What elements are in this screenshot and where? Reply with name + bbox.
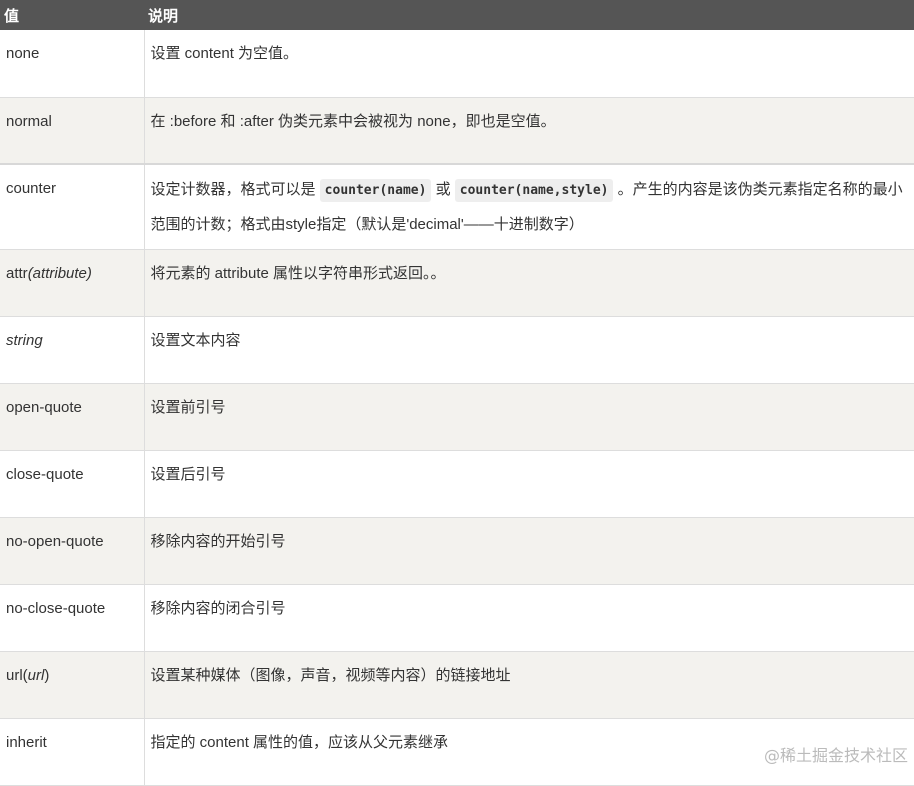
table-header-row: 值 说明 [0, 0, 914, 30]
description-cell: 在 :before 和 :after 伪类元素中会被视为 none，即也是空值。 [144, 97, 914, 165]
table-row: counter 设定计数器，格式可以是 counter(name) 或 coun… [0, 163, 914, 250]
description-cell: 将元素的 attribute 属性以字符串形式返回。。 [144, 249, 914, 317]
value-param: (attribute) [27, 264, 92, 282]
table-row: close-quote 设置后引号 [0, 450, 914, 518]
table-row: open-quote 设置前引号 [0, 383, 914, 451]
description-text: 或 [431, 181, 455, 198]
value-text: attr [6, 264, 28, 282]
description-cell: 移除内容的开始引号 [144, 517, 914, 585]
value-text: url( [6, 666, 28, 684]
value-cell: open-quote [0, 383, 145, 451]
description-cell: 移除内容的闭合引号 [144, 584, 914, 652]
description-text: 设定计数器，格式可以是 [150, 181, 320, 198]
table-row: url(url) 设置某种媒体（图像，声音，视频等内容）的链接地址 [0, 651, 914, 719]
description-cell: 设置后引号 [144, 450, 914, 518]
watermark: @稀土掘金技术社区 [763, 746, 908, 765]
value-param: url [27, 666, 45, 684]
content-values-table: 值 说明 none 设置 content 为空值。 normal 在 :befo… [0, 0, 914, 786]
description-cell: 设置 content 为空值。 [144, 30, 914, 98]
table-row: no-close-quote 移除内容的闭合引号 [0, 584, 914, 652]
value-cell: no-open-quote [0, 517, 145, 585]
value-text: ) [44, 666, 50, 684]
description-cell: 设定计数器，格式可以是 counter(name) 或 counter(name… [144, 163, 914, 250]
value-cell: string [0, 316, 145, 384]
description-cell: 设置某种媒体（图像，声音，视频等内容）的链接地址 [144, 651, 914, 719]
value-cell: counter [0, 163, 145, 250]
table-row: string 设置文本内容 [0, 316, 914, 384]
value-cell: none [0, 30, 145, 98]
value-cell: inherit [0, 718, 145, 786]
code-snippet: counter(name,style) [454, 179, 614, 202]
value-cell: no-close-quote [0, 584, 145, 652]
value-cell: attr(attribute) [0, 249, 145, 317]
table-row: no-open-quote 移除内容的开始引号 [0, 517, 914, 585]
table-row: attr(attribute) 将元素的 attribute 属性以字符串形式返… [0, 249, 914, 317]
table-row: normal 在 :before 和 :after 伪类元素中会被视为 none… [0, 97, 914, 165]
code-snippet: counter(name) [319, 179, 432, 202]
header-description: 说明 [144, 0, 914, 30]
description-cell: 设置文本内容 [144, 316, 914, 384]
value-cell: close-quote [0, 450, 145, 518]
table-row: none 设置 content 为空值。 [0, 30, 914, 98]
value-param: string [6, 331, 43, 349]
description-cell: 设置前引号 [144, 383, 914, 451]
value-cell: normal [0, 97, 145, 165]
header-value: 值 [0, 0, 144, 30]
value-cell: url(url) [0, 651, 145, 719]
